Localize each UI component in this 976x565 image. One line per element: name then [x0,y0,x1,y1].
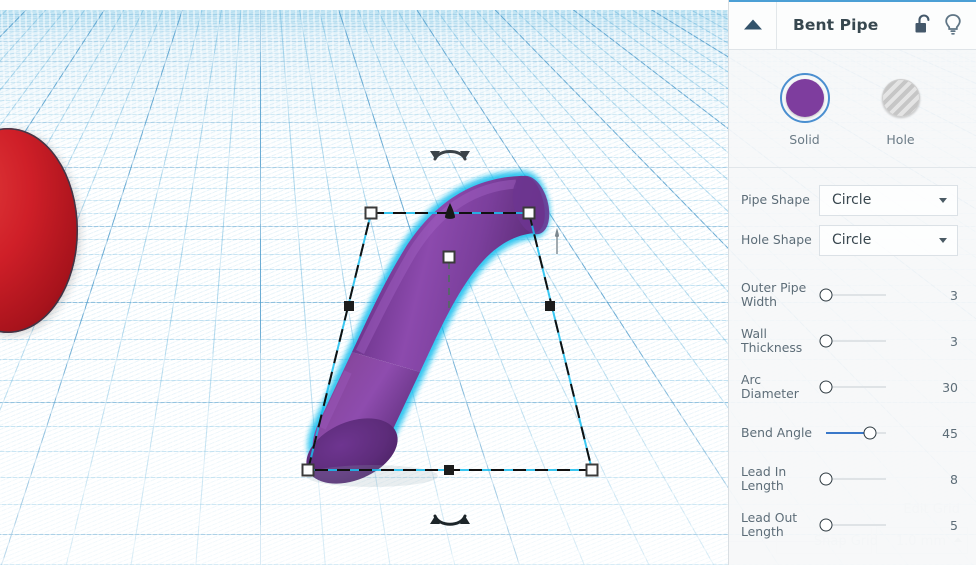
slider-value-5[interactable]: 5 [924,518,958,533]
collapse-panel-button[interactable] [729,0,777,49]
slider-row-4: Lead In Length 8 [729,456,976,502]
panel-title: Bent Pipe [793,15,879,34]
slider-label-3: Bend Angle [741,424,813,440]
shape-properties-panel: Bent Pipe Solid Hole Pipe Shape Circle H… [728,0,976,565]
slider-track-2[interactable] [826,386,886,388]
chevron-down-icon [939,237,947,243]
triangle-up-icon [743,19,762,30]
slider-value-4[interactable]: 8 [924,472,958,487]
tinkercad-app: Edit Grid Snap Grid 1.0 mm Bent Pipe [0,0,976,565]
select-label-0: Pipe Shape [741,191,810,207]
select-hole-shape[interactable]: Circle [819,224,958,256]
slider-lead-out-length[interactable] [819,515,924,535]
slider-value-2[interactable]: 30 [924,380,958,395]
slider-track-5[interactable] [826,524,886,526]
rows-spacer [729,260,976,272]
hole-label: Hole [886,132,915,147]
hole-selection-ring [876,73,926,123]
slider-track-4[interactable] [826,478,886,480]
slider-label-2: Arc Diameter [741,371,799,401]
panel-header: Bent Pipe [729,0,976,50]
select-pipe-shape[interactable]: Circle [819,184,958,216]
hole-option[interactable]: Hole [876,73,926,147]
slider-knob-5[interactable] [819,518,833,532]
solid-hole-selector: Solid Hole [729,50,976,163]
solid-selection-ring [779,73,830,123]
slider-row-2: Arc Diameter 30 [729,364,976,410]
slider-row-0: Outer Pipe Width 3 [729,272,976,318]
select-row-0: Pipe Shape Circle [729,180,976,220]
slider-arc-diameter[interactable] [819,377,924,397]
panel-body: Solid Hole Pipe Shape Circle Hole Shape Cir… [729,50,976,565]
pipe-shadow [306,465,438,487]
slider-knob-1[interactable] [819,334,833,348]
panel-header-icons [914,13,976,36]
slider-lead-in-length[interactable] [819,469,924,489]
slider-label-0: Outer Pipe Width [741,279,807,309]
slider-row-1: Wall Thickness 3 [729,318,976,364]
chevron-down-icon [939,197,947,203]
slider-track-1[interactable] [826,340,886,342]
select-value-0: Circle [832,192,872,208]
slider-row-3: Bend Angle 45 [729,410,976,456]
slider-wall-thickness[interactable] [819,331,924,351]
select-value-1: Circle [832,232,872,248]
properties-rows: Pipe Shape Circle Hole Shape Circle Outer Pi… [729,168,976,548]
slider-value-3[interactable]: 45 [924,426,958,441]
slider-knob-2[interactable] [819,380,833,394]
lightbulb-icon[interactable] [944,13,962,36]
solid-option[interactable]: Solid [779,73,830,147]
slider-label-5: Lead Out Length [741,509,798,539]
slider-knob-0[interactable] [819,288,833,302]
slider-row-5: Lead Out Length 5 [729,502,976,548]
slider-outer-pipe-width[interactable] [819,285,924,305]
solid-color-swatch [785,79,824,117]
slider-label-4: Lead In Length [741,463,787,493]
slider-track-0[interactable] [826,294,886,296]
hole-pattern-swatch [881,79,920,117]
unlocked-padlock-icon[interactable] [914,13,932,36]
slider-bend-angle[interactable] [821,423,924,443]
select-label-1: Hole Shape [741,231,812,247]
slider-knob-4[interactable] [819,472,833,486]
slider-label-1: Wall Thickness [741,325,803,355]
solid-label: Solid [789,132,820,147]
slider-value-0[interactable]: 3 [924,288,958,303]
slider-value-1[interactable]: 3 [924,334,958,349]
select-row-1: Hole Shape Circle [729,220,976,260]
slider-knob-3[interactable] [863,426,877,440]
